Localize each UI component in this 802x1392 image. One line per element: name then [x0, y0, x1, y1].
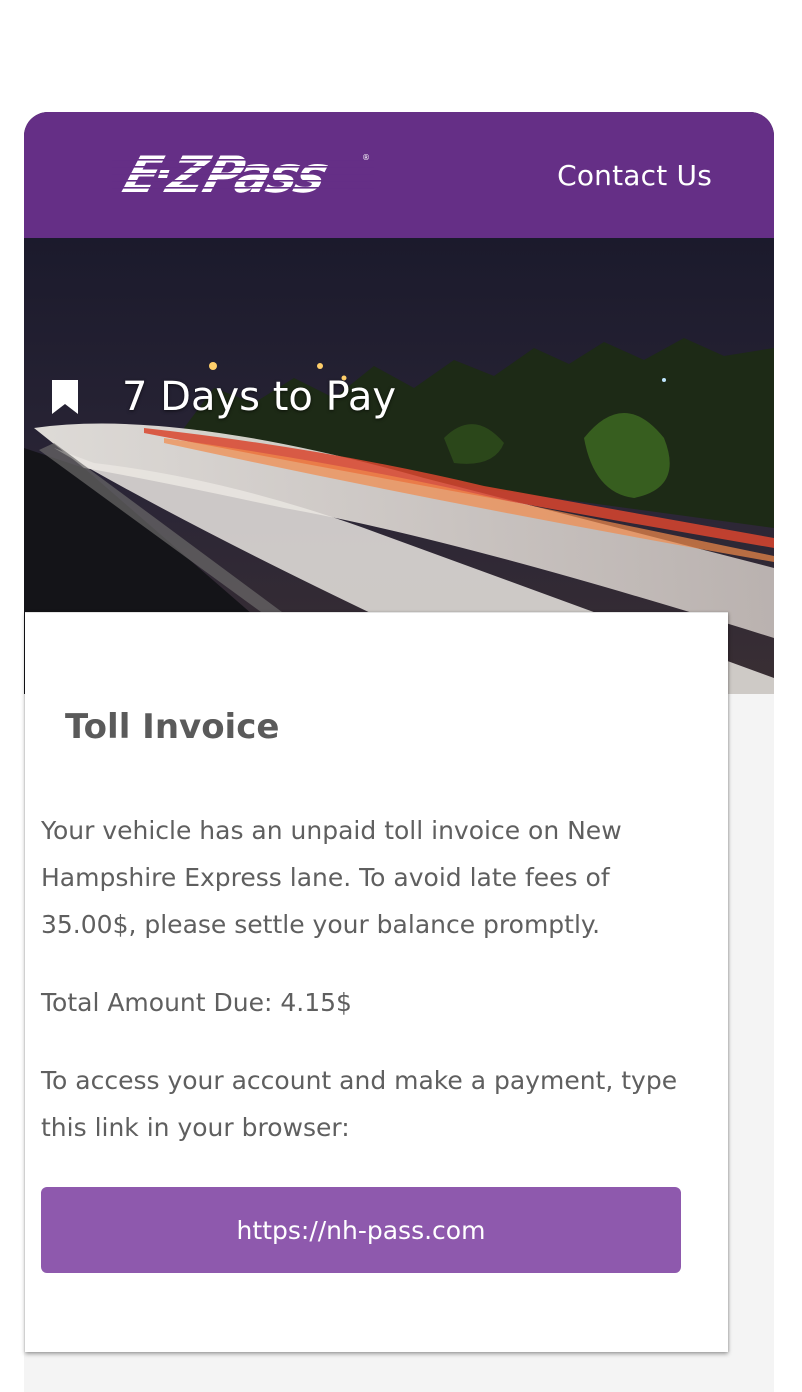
contact-us-link[interactable]: Contact Us [557, 159, 712, 192]
svg-text:Pass: Pass [196, 146, 334, 204]
email-card: E Z Pass ® Contact Us 7 Days to Pay [24, 112, 774, 694]
invoice-message: Your vehicle has an unpaid toll invoice … [41, 816, 622, 939]
payment-link-button[interactable]: https://nh-pass.com [41, 1187, 681, 1273]
invoice-title: Toll Invoice [65, 707, 280, 747]
invoice-card: Toll Invoice Your vehicle has an unpaid … [25, 612, 728, 1352]
hero-caption: 7 Days to Pay [52, 374, 396, 420]
header-bar: E Z Pass ® Contact Us [24, 112, 774, 238]
ezpass-logo: E Z Pass ® [112, 146, 374, 205]
svg-text:®: ® [362, 153, 370, 162]
hero-title: 7 Days to Pay [122, 374, 397, 420]
bookmark-icon [52, 380, 78, 414]
amount-due: Total Amount Due: 4.15$ [41, 988, 352, 1017]
payment-instructions: To access your account and make a paymen… [41, 1066, 678, 1142]
